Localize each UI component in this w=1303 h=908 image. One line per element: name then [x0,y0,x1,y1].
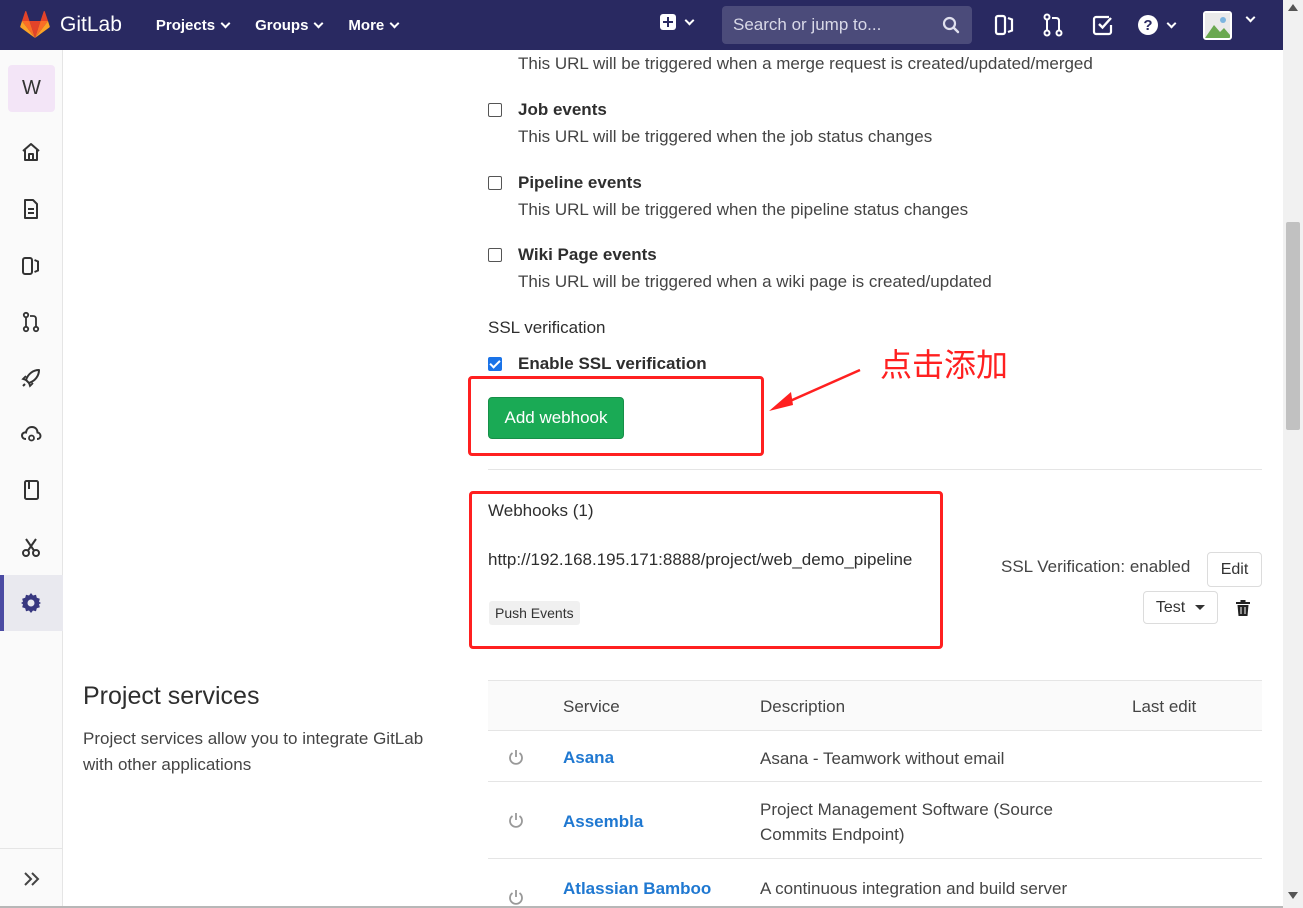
pipeline-events-option[interactable]: Pipeline events This URL will be trigger… [488,173,1188,223]
trash-icon[interactable] [1236,600,1250,616]
job-events-checkbox[interactable] [488,103,502,117]
gitlab-logo-icon [20,11,50,38]
scroll-up-arrow-icon[interactable] [1288,4,1298,11]
service-desc-asana: Asana - Teamwork without email [760,749,1005,768]
search-icon[interactable] [942,16,960,34]
page-scrollbar[interactable] [1283,0,1303,908]
ssl-verification-status: SSL Verification: enabled [1001,557,1191,576]
annotation-box-webhooks [469,491,943,649]
chevron-down-icon [220,18,231,28]
annotation-arrow-icon [769,368,861,411]
help-icon: ? [1138,15,1158,35]
wiki-page-events-desc: This URL will be triggered when a wiki p… [518,272,992,291]
column-description: Description [760,697,846,716]
ssl-verification-checkbox[interactable] [488,357,502,371]
annotation-box-add-button [468,376,764,456]
service-row-asana: Asana Asana - Teamwork without email [488,731,1262,782]
project-sidebar: W [0,50,63,908]
snippets-scissors-icon[interactable] [18,534,44,560]
search-box[interactable] [722,6,972,44]
chevron-down-icon [389,18,400,28]
wiki-book-icon[interactable] [18,477,44,503]
power-icon [509,750,523,765]
chevron-down-icon [313,18,324,28]
issues-icon[interactable] [994,13,1016,37]
pipeline-events-desc: This URL will be triggered when the pipe… [518,200,969,219]
collapse-sidebar-button[interactable] [0,848,63,908]
column-service: Service [563,697,620,716]
wiki-page-events-label: Wiki Page events [518,245,657,264]
svg-text:?: ? [1143,17,1152,34]
service-link-atlassian-bamboo[interactable]: Atlassian Bamboo CI [563,876,723,908]
service-link-assembla[interactable]: Assembla [563,812,643,832]
merge-request-events-desc: This URL will be triggered when a merge … [518,54,1093,73]
issues-icon[interactable] [18,253,44,279]
todos-icon[interactable] [1092,13,1114,37]
caret-down-icon [1195,605,1206,610]
repository-icon[interactable] [18,196,44,222]
chevron-down-icon[interactable] [1245,12,1256,23]
help-dropdown[interactable]: ? [1137,14,1177,36]
wiki-page-events-checkbox[interactable] [488,248,502,262]
nav-menu: Projects Groups More [156,17,424,34]
service-desc-atlassian-bamboo: A continuous integration and build serve… [760,879,1068,898]
chevron-down-icon [1166,18,1177,28]
annotation-text: 点击添加 [880,346,1009,384]
pipeline-events-checkbox[interactable] [488,176,502,190]
service-row-assembla: Assembla Project Management Software (So… [488,782,1262,859]
service-row-atlassian-bamboo: Atlassian Bamboo CI A continuous integra… [488,859,1262,908]
merge-requests-icon[interactable] [18,309,44,335]
top-navbar: GitLab Projects Groups More ? [0,0,1283,50]
column-last-edit: Last edit [1132,697,1197,716]
pipeline-events-label: Pipeline events [518,173,642,192]
job-events-label: Job events [518,100,607,119]
settings-gear-icon[interactable] [18,590,44,616]
scroll-down-arrow-icon[interactable] [1288,892,1298,899]
operations-cloud-icon[interactable] [18,421,44,447]
project-avatar[interactable]: W [8,65,55,112]
main-content: This URL will be triggered when a merge … [63,50,1283,908]
service-desc-assembla: Project Management Software (Source Comm… [760,800,1053,844]
scrollbar-thumb[interactable] [1286,222,1300,430]
nav-projects-dropdown[interactable]: Projects [155,16,231,34]
merge-requests-icon[interactable] [1042,13,1064,37]
ssl-verification-label: Enable SSL verification [518,354,707,373]
nav-groups-dropdown[interactable]: Groups [255,16,324,34]
new-item-dropdown[interactable] [660,14,695,30]
search-input[interactable] [733,15,933,35]
edit-webhook-button[interactable]: Edit [1207,552,1262,587]
user-avatar[interactable] [1203,11,1232,40]
project-services-title: Project services [83,682,260,710]
ssl-verification-heading: SSL verification [488,318,606,337]
section-divider [488,469,1262,470]
ci-cd-rocket-icon[interactable] [18,365,44,391]
chevron-down-icon [684,15,695,25]
job-events-option[interactable]: Job events This URL will be triggered wh… [488,100,1188,150]
test-webhook-dropdown[interactable]: Test [1143,591,1218,624]
service-link-asana[interactable]: Asana [563,748,614,768]
ssl-verification-option[interactable]: Enable SSL verification [488,354,788,376]
brand-name: GitLab [60,13,122,36]
plus-icon [660,14,676,30]
nav-groups-label: Groups [255,16,309,34]
services-table-header: Service Description Last edit [488,680,1262,731]
avatar-image-icon [1205,13,1230,38]
nav-more-label: More [348,16,385,34]
job-events-desc: This URL will be triggered when the job … [518,127,933,146]
power-icon [509,813,523,828]
test-label: Test [1155,598,1186,616]
project-services-desc: Project services allow you to integrate … [83,729,424,774]
nav-projects-label: Projects [155,16,216,34]
wiki-page-events-option[interactable]: Wiki Page events This URL will be trigge… [488,245,1188,295]
power-icon [509,890,523,905]
home-icon[interactable] [18,139,44,165]
gitlab-brand[interactable]: GitLab [20,11,122,39]
double-chevron-right-icon [23,871,39,886]
nav-more-dropdown[interactable]: More [348,16,400,34]
